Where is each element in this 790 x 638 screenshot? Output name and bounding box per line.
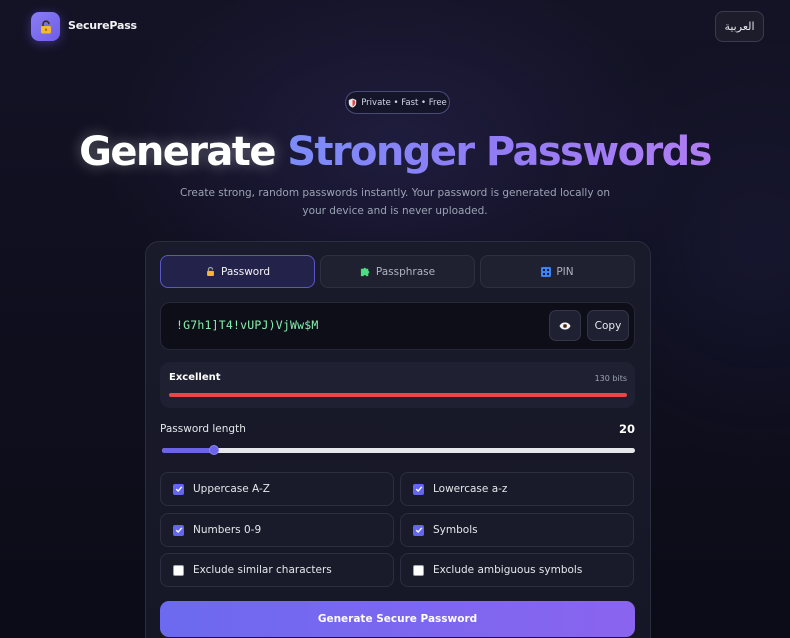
feature-badge: Private • Fast • Free	[345, 91, 450, 114]
feature-badge-text: Private • Fast • Free	[361, 97, 447, 108]
toggle-visibility-button[interactable]	[549, 310, 581, 341]
keypad-icon	[541, 266, 552, 277]
puzzle-icon	[360, 267, 370, 277]
brand-name[interactable]: SecurePass	[68, 19, 137, 32]
length-slider[interactable]	[162, 448, 635, 453]
strength-meter-fill	[169, 393, 627, 397]
strength-label: Excellent	[169, 372, 221, 383]
tab-passphrase[interactable]: Passphrase	[320, 255, 475, 288]
lock-icon	[207, 266, 214, 276]
app-logo[interactable]	[31, 12, 60, 41]
entropy-bits: 130 bits	[594, 374, 627, 383]
length-slider-fill	[162, 448, 215, 453]
option-exclude-ambiguous[interactable]: Exclude ambiguous symbols	[400, 553, 634, 587]
option-symbols[interactable]: Symbols	[400, 513, 634, 547]
title-plain: Generate	[79, 129, 276, 175]
title-gradient: Stronger Passwords	[287, 129, 712, 175]
tab-pin[interactable]: PIN	[480, 255, 635, 288]
length-value: 20	[618, 422, 635, 436]
lock-icon	[40, 19, 51, 33]
copy-button[interactable]: Copy	[587, 310, 629, 341]
option-uppercase[interactable]: Uppercase A-Z	[160, 472, 394, 506]
language-toggle-button[interactable]: العربية	[715, 11, 764, 42]
checkbox-numbers[interactable]	[173, 524, 184, 536]
strength-panel	[160, 362, 635, 408]
checkbox-exclude-similar[interactable]	[173, 564, 184, 576]
option-uppercase-label: Uppercase A-Z	[193, 483, 270, 495]
option-exclude-ambiguous-label: Exclude ambiguous symbols	[433, 564, 583, 576]
generate-button[interactable]: Generate Secure Password	[160, 601, 635, 637]
page-subtitle: Create strong, random passwords instantl…	[180, 187, 610, 217]
option-lowercase[interactable]: Lowercase a-z	[400, 472, 634, 506]
tab-password-label: Password	[220, 265, 271, 278]
length-label: Password length	[160, 423, 246, 435]
shield-icon	[349, 98, 357, 108]
option-numbers[interactable]: Numbers 0-9	[160, 513, 394, 547]
checkbox-lowercase[interactable]	[413, 483, 424, 495]
checkbox-uppercase[interactable]	[173, 483, 184, 495]
length-slider-thumb[interactable]	[209, 445, 220, 455]
strength-meter	[169, 393, 627, 397]
option-lowercase-label: Lowercase a-z	[433, 483, 508, 495]
tab-passphrase-label: Passphrase	[375, 265, 436, 278]
checkbox-symbols[interactable]	[413, 524, 424, 536]
page-title: Generate Stronger Passwords	[0, 128, 790, 176]
option-exclude-similar-label: Exclude similar characters	[193, 564, 332, 576]
checkbox-exclude-ambiguous[interactable]	[413, 564, 424, 576]
option-exclude-similar[interactable]: Exclude similar characters	[160, 553, 394, 587]
generated-password[interactable]: !G7h1]T4!vUPJ)VjWw$M	[176, 318, 318, 332]
option-numbers-label: Numbers 0-9	[193, 524, 262, 536]
eye-icon	[559, 322, 571, 329]
tab-pin-label: PIN	[556, 265, 574, 278]
option-symbols-label: Symbols	[433, 524, 478, 536]
tab-password[interactable]: Password	[160, 255, 315, 288]
